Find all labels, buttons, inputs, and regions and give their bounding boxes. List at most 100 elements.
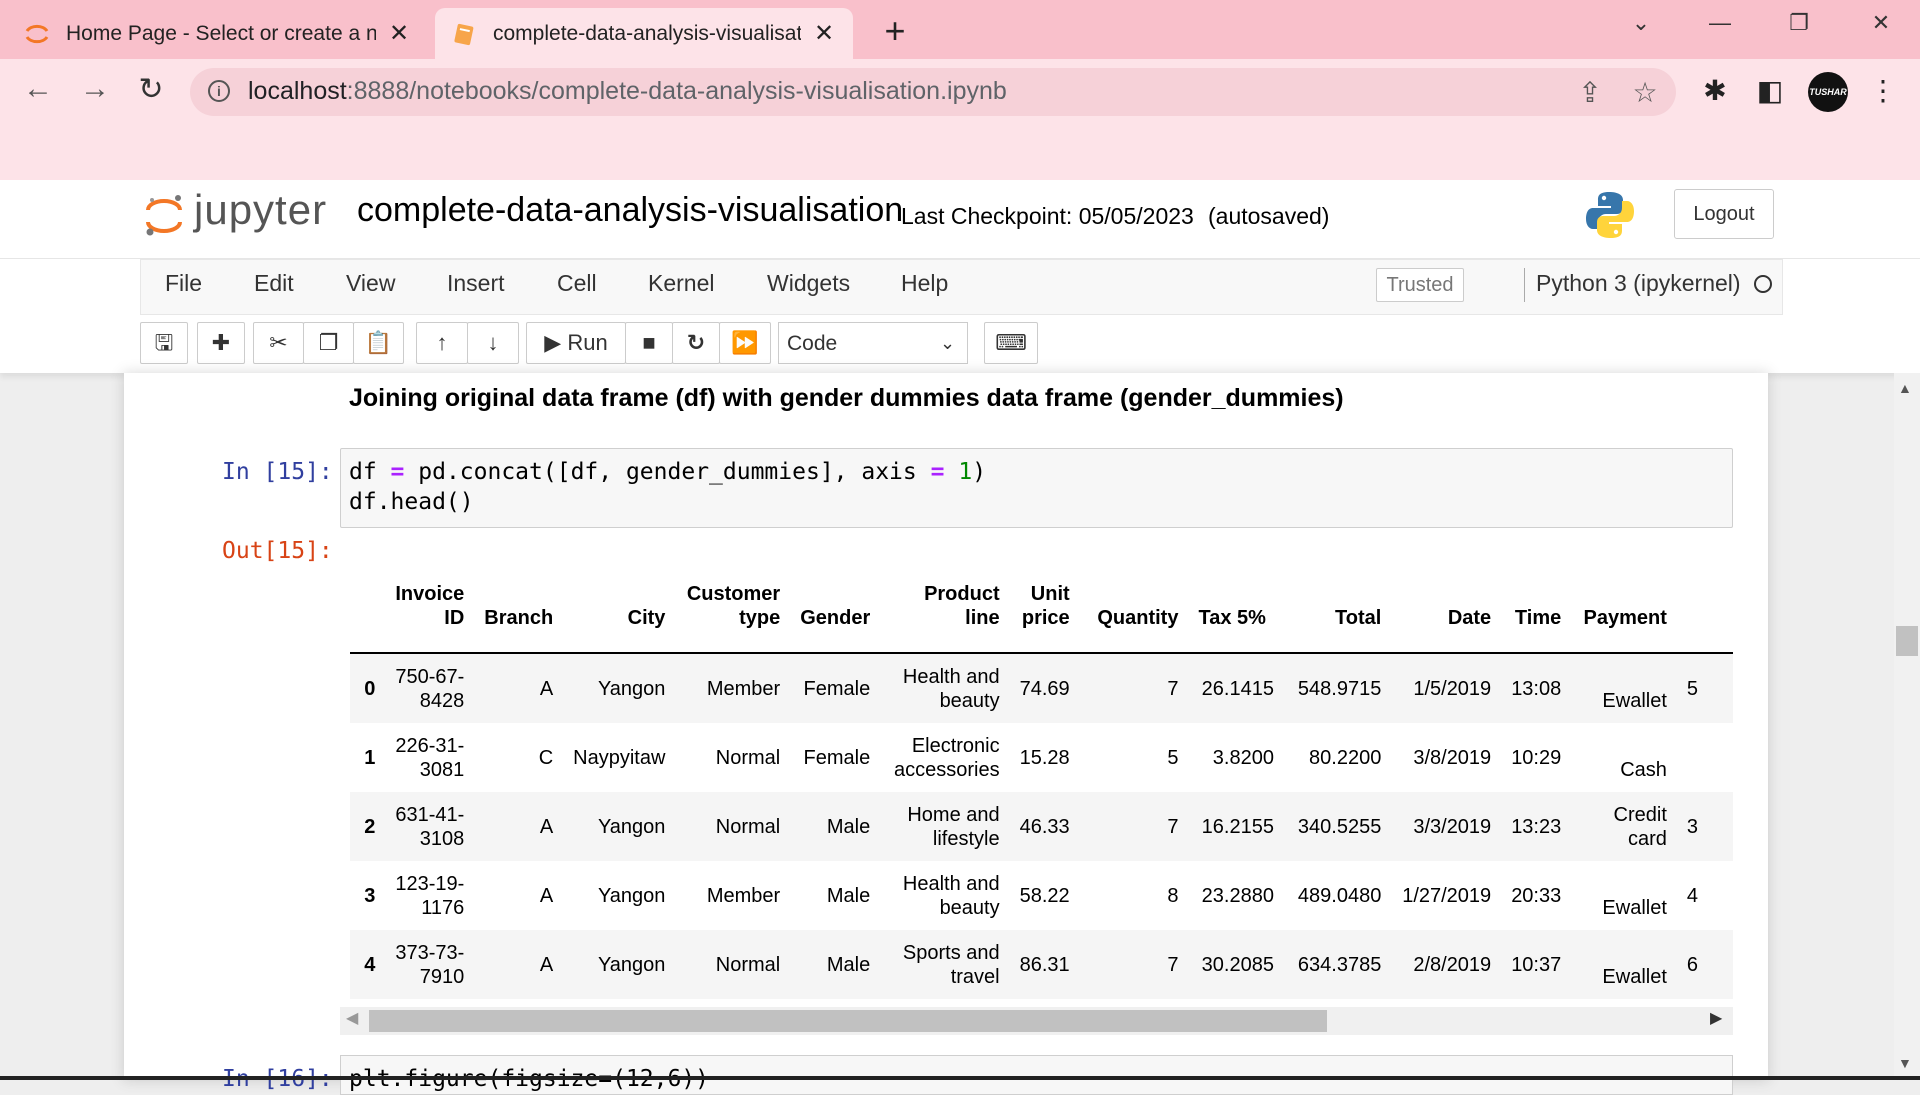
minimize-icon[interactable]: — — [1700, 10, 1740, 36]
plus-icon: ✚ — [211, 330, 231, 355]
run-label: Run — [567, 330, 608, 355]
url-host: localhost — [248, 77, 347, 105]
restart-run-all-button[interactable]: ⏩ — [719, 322, 771, 364]
forward-icon[interactable]: → — [75, 72, 115, 106]
page-scroll-thumb[interactable] — [1896, 626, 1918, 656]
cell-branch: A — [539, 884, 554, 907]
cell-product-line-line: Health and — [902, 665, 1000, 688]
code-operator: = — [390, 459, 405, 485]
save-button[interactable]: 🖫 — [140, 322, 188, 364]
dataframe-table: Invoice ID Branch City Customer type Gende… — [350, 560, 1733, 999]
cell-product-line-line: beauty — [939, 689, 1000, 712]
logout-button[interactable]: Logout — [1674, 189, 1774, 239]
menu-kernel[interactable]: Kernel — [648, 270, 714, 297]
cell-product-line-line: Home and — [907, 803, 1000, 826]
menu-cell[interactable]: Cell — [557, 270, 597, 297]
scroll-down-icon[interactable]: ▼ — [1898, 1055, 1912, 1071]
url-path: :8888/notebooks/complete-data-analysis-v… — [346, 77, 1007, 105]
last-checkpoint: Last Checkpoint: 05/05/2023 — [901, 203, 1194, 229]
restore-icon[interactable]: ❐ — [1779, 10, 1819, 36]
cell-invoice-id-line: 226-31- — [395, 734, 465, 757]
scroll-up-icon[interactable]: ▲ — [1898, 380, 1912, 396]
code-line-1: df = pd.concat([df, gender_dummies], axi… — [349, 459, 986, 485]
notebook-name[interactable]: complete-data-analysis-visualisation — [357, 191, 903, 230]
cell-invoice-id: 631-41- 3108 — [385, 792, 475, 861]
command-palette-button[interactable]: ⌨ — [984, 322, 1038, 364]
tab-home-page[interactable]: Home Page - Select or create a n ✕ — [8, 8, 428, 59]
scroll-right-icon[interactable]: ▶ — [1710, 1008, 1722, 1028]
table-row: 0 750-67- 8428 A Yangon Member Female Health an… — [350, 653, 1733, 723]
column-header-index — [350, 560, 386, 654]
cell-product-line-line: lifestyle — [932, 827, 1000, 850]
run-button[interactable]: ▶ Run — [526, 322, 626, 364]
interrupt-button[interactable]: ■ — [625, 322, 673, 364]
browser-menu-icon[interactable]: ⋮ — [1865, 74, 1901, 107]
trusted-indicator[interactable]: Trusted — [1376, 268, 1464, 302]
reload-icon[interactable]: ↻ — [131, 72, 171, 107]
cell-product-line: Sports and travel — [880, 930, 1010, 999]
cell-time: 13:08 — [1501, 653, 1572, 723]
cell-payment: Ewallet — [1571, 930, 1677, 999]
back-icon[interactable]: ← — [18, 72, 58, 106]
extensions-puzzle-icon[interactable]: ✱ — [1697, 74, 1733, 107]
copy-button[interactable]: ❐ — [303, 322, 354, 364]
dataframe-output: Invoice ID Branch City Customer type Gende… — [340, 560, 1733, 1000]
code-token: pd.concat([df, gender_dummies], axis — [404, 459, 931, 485]
cell-time: 13:23 — [1501, 792, 1572, 861]
move-down-button[interactable]: ↓ — [467, 322, 519, 364]
restart-button[interactable]: ↻ — [672, 322, 720, 364]
tab-close-icon[interactable]: ✕ — [811, 19, 837, 48]
menu-edit[interactable]: Edit — [254, 270, 294, 297]
column-header-unit-price: Unit price — [1009, 560, 1080, 654]
cell-total: 634.3785 — [1283, 930, 1392, 999]
menu-insert[interactable]: Insert — [447, 270, 505, 297]
cell-city: Yangon — [563, 792, 676, 861]
window-bottom-edge — [0, 1076, 1920, 1080]
jupyter-logo-icon[interactable] — [144, 190, 184, 240]
cell-gender: Male — [790, 930, 881, 999]
table-row: 2 631-41- 3108 A Yangon Normal Male Home and lif… — [350, 792, 1733, 861]
tab-close-icon[interactable]: ✕ — [386, 19, 412, 48]
horizontal-scroll-thumb[interactable] — [369, 1010, 1327, 1032]
bookmark-star-icon[interactable]: ☆ — [1627, 76, 1663, 109]
site-info-icon[interactable]: i — [208, 80, 230, 102]
share-icon[interactable]: ⇪ — [1572, 76, 1608, 109]
cell-quantity: 8 — [1167, 884, 1179, 907]
menu-view[interactable]: View — [346, 270, 395, 297]
menu-widgets[interactable]: Widgets — [767, 270, 850, 297]
cell-product-line: Home and lifestyle — [880, 792, 1010, 861]
tab-notebook[interactable]: complete-data-analysis-visualisat ✕ — [435, 8, 853, 59]
cell-payment: Ewallet — [1571, 653, 1677, 723]
cell-payment: Cash — [1571, 723, 1677, 792]
column-header-quantity: Quantity — [1079, 560, 1189, 654]
tab-search-chevron-icon[interactable]: ⌄ — [1621, 10, 1661, 36]
column-header-time: Time — [1501, 560, 1572, 654]
insert-cell-button[interactable]: ✚ — [197, 322, 245, 364]
scroll-left-icon[interactable]: ◀ — [346, 1008, 358, 1028]
cell-index: 3 — [364, 884, 376, 907]
copy-icon: ❐ — [318, 330, 339, 355]
menu-help[interactable]: Help — [901, 270, 948, 297]
python-logo-icon — [1586, 192, 1634, 238]
cell-customer-type: Member — [675, 653, 791, 723]
menu-file[interactable]: File — [165, 270, 202, 297]
new-tab-button[interactable]: + — [875, 10, 915, 52]
cell-index: 2 — [350, 792, 386, 861]
profile-avatar[interactable]: TUSHAR — [1808, 72, 1848, 112]
cell-gender: Female — [803, 746, 871, 769]
side-panel-icon[interactable]: ◧ — [1752, 74, 1788, 107]
paste-button[interactable]: 📋 — [353, 322, 404, 364]
url-text[interactable]: localhost:8888/notebooks/complete-data-a… — [248, 77, 1007, 106]
column-header-date: Date — [1391, 560, 1502, 654]
cut-button[interactable]: ✂ — [253, 322, 304, 364]
cell-unit-price: 86.31 — [1009, 930, 1080, 999]
cell-city: Yangon — [563, 653, 676, 723]
window-close-icon[interactable]: ✕ — [1861, 10, 1901, 36]
move-up-button[interactable]: ↑ — [416, 322, 468, 364]
jupyter-logo-text[interactable]: jupyter — [194, 186, 327, 234]
cell-total: 489.0480 — [1297, 884, 1382, 907]
kernel-name[interactable]: Python 3 (ipykernel) — [1536, 270, 1741, 297]
page-vertical-scrollbar[interactable] — [1894, 373, 1920, 1080]
cell-city: Naypyitaw — [573, 746, 666, 769]
cell-invoice-id-line: 1176 — [421, 896, 465, 919]
